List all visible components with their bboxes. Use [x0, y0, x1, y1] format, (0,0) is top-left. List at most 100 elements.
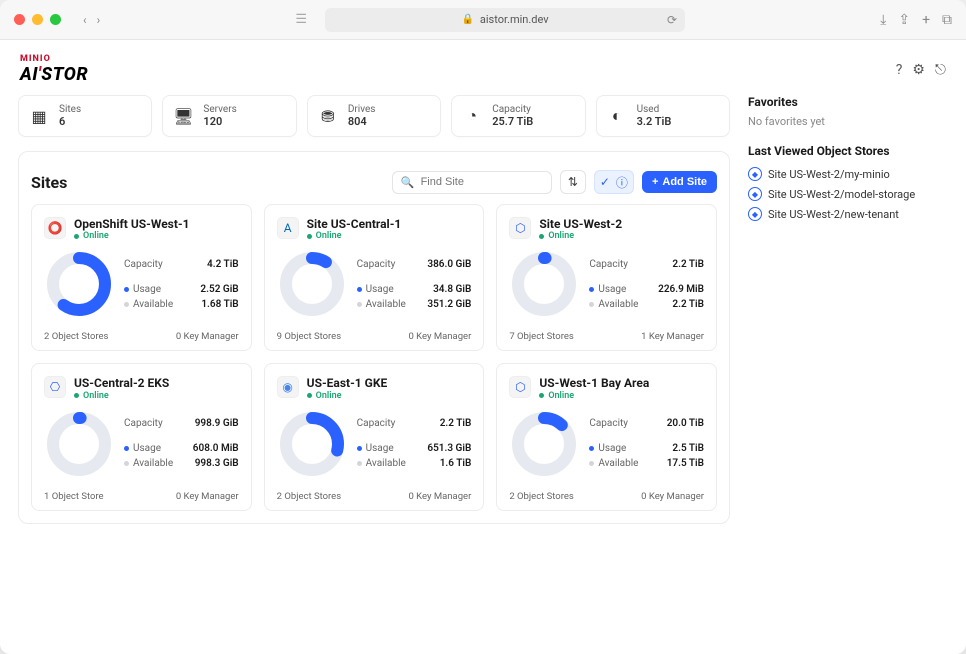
last-viewed-item[interactable]: ◆Site US-West-2/new-tenant	[748, 204, 948, 224]
stat-label: Used	[637, 104, 672, 115]
search-input-wrap: 🔍	[392, 171, 552, 194]
app-header: MINIO AI'STOR ? ⚙ ⎋	[18, 50, 948, 95]
site-status: Online	[539, 231, 622, 241]
capacity-value: 2.2 TiB	[440, 418, 472, 429]
stat-card-sites[interactable]: ▦ Sites 6	[18, 95, 152, 137]
browser-window: ‹ › ☰ 🔒 aistor.min.dev ⟳ ⤓ ⇪ + ⧉ MINIO A…	[0, 0, 966, 654]
reload-icon[interactable]: ⟳	[667, 13, 677, 27]
stat-value: 6	[59, 115, 81, 128]
forward-button[interactable]: ›	[97, 13, 101, 27]
sidebar-toggle-icon[interactable]: ☰	[295, 12, 307, 27]
close-window-icon[interactable]	[14, 14, 25, 25]
available-label: Available	[124, 458, 173, 469]
site-card[interactable]: ⎔ US-Central-2 EKS Online Capacity 998.9…	[31, 363, 252, 510]
site-provider-icon: ⬡	[509, 217, 531, 239]
favorites-title: Favorites	[748, 95, 948, 109]
stat-card-capacity[interactable]: ◔ Capacity 25.7 TiB	[451, 95, 585, 137]
usage-donut	[509, 249, 579, 319]
add-site-label: Add Site	[662, 176, 707, 188]
address-bar[interactable]: 🔒 aistor.min.dev ⟳	[325, 8, 685, 32]
site-status: Online	[307, 391, 388, 401]
stat-label: Sites	[59, 104, 81, 115]
key-manager-count: 0 Key Manager	[176, 491, 239, 502]
page-title: Sites	[31, 173, 67, 192]
site-provider-icon: A	[277, 217, 299, 239]
last-viewed-list: ◆ Site US-West-2/my-minio ◆Site US-West-2/…	[748, 164, 948, 224]
filter-button[interactable]: ✓ⓘ	[594, 170, 634, 194]
available-value: 998.3 GiB	[195, 458, 239, 469]
minimize-window-icon[interactable]	[32, 14, 43, 25]
last-viewed-item[interactable]: ◆Site US-West-2/model-storage	[748, 184, 948, 204]
site-name: Site US-West-2	[539, 217, 622, 231]
tabs-icon[interactable]: ⧉	[942, 12, 952, 28]
object-store-icon: ◆	[748, 167, 762, 181]
search-input[interactable]	[421, 176, 543, 188]
url-text: aistor.min.dev	[480, 13, 549, 26]
new-tab-icon[interactable]: +	[922, 12, 930, 28]
capacity-value: 4.2 TiB	[207, 259, 239, 270]
last-viewed-label: Site US-West-2/my-minio	[768, 168, 890, 181]
server-icon: 🖥	[173, 106, 193, 126]
sort-button[interactable]: ⇅	[560, 170, 586, 194]
stat-card-used[interactable]: ◐ Used 3.2 TiB	[596, 95, 730, 137]
site-card[interactable]: A Site US-Central-1 Online Capacity 386.…	[264, 204, 485, 351]
available-value: 1.68 TiB	[201, 299, 238, 310]
object-stores-count: 9 Object Stores	[277, 331, 341, 342]
check-icon: ✓	[600, 175, 610, 189]
logo-main: AI'STOR	[20, 64, 88, 85]
site-name: US-East-1 GKE	[307, 376, 388, 390]
site-status: Online	[307, 231, 402, 241]
site-provider-icon: ⬡	[509, 376, 531, 398]
site-card[interactable]: ◉ US-East-1 GKE Online Capacity 2.2 TiB …	[264, 363, 485, 510]
site-card[interactable]: ⬡ Site US-West-2 Online Capacity 2.2 TiB…	[496, 204, 717, 351]
site-name: US-West-1 Bay Area	[539, 376, 649, 390]
stat-value: 120	[203, 115, 236, 128]
grid-icon: ▦	[29, 106, 49, 126]
favorites-empty-text: No favorites yet	[748, 115, 948, 128]
logo: MINIO AI'STOR	[20, 54, 88, 85]
key-manager-count: 1 Key Manager	[641, 331, 704, 342]
capacity-label: Capacity	[124, 418, 163, 429]
site-metrics: Capacity 2.2 TiB Usage 651.3 GiB Availab…	[357, 416, 472, 471]
settings-icon[interactable]: ⚙	[912, 62, 925, 78]
capacity-label: Capacity	[357, 418, 396, 429]
site-name: Site US-Central-1	[307, 217, 402, 231]
usage-label: Usage	[124, 284, 161, 295]
site-metrics: Capacity 4.2 TiB Usage 2.52 GiB Availabl…	[124, 257, 239, 312]
usage-label: Usage	[357, 443, 394, 454]
add-site-button[interactable]: + Add Site	[642, 171, 717, 193]
site-metrics: Capacity 386.0 GiB Usage 34.8 GiB Availa…	[357, 257, 472, 312]
available-value: 17.5 TiB	[667, 458, 704, 469]
stat-card-drives[interactable]: ⛃ Drives 804	[307, 95, 441, 137]
plus-icon: +	[652, 176, 658, 188]
info-icon: ⓘ	[616, 174, 628, 191]
object-stores-count: 1 Object Store	[44, 491, 104, 502]
last-viewed-item[interactable]: ◆ Site US-West-2/my-minio	[748, 164, 948, 184]
site-status: Online	[74, 391, 169, 401]
key-manager-count: 0 Key Manager	[176, 331, 239, 342]
stat-card-servers[interactable]: 🖥 Servers 120	[162, 95, 296, 137]
usage-donut	[277, 249, 347, 319]
site-card[interactable]: ⬡ US-West-1 Bay Area Online Capacity 20.…	[496, 363, 717, 510]
usage-label: Usage	[589, 443, 626, 454]
header-actions: ? ⚙ ⎋	[896, 62, 946, 78]
pie-icon: ◔	[462, 106, 482, 126]
usage-value: 651.3 GiB	[427, 443, 471, 454]
capacity-value: 386.0 GiB	[427, 259, 471, 270]
logout-icon[interactable]: ⎋	[935, 62, 946, 78]
available-value: 2.2 TiB	[672, 299, 704, 310]
back-button[interactable]: ‹	[83, 13, 87, 27]
capacity-label: Capacity	[589, 259, 628, 270]
stat-label: Drives	[348, 104, 376, 115]
usage-donut	[44, 249, 114, 319]
help-icon[interactable]: ?	[896, 62, 903, 78]
maximize-window-icon[interactable]	[50, 14, 61, 25]
object-store-icon: ◆	[748, 207, 762, 221]
section-head: Sites 🔍 ⇅ ✓ⓘ + Add Site	[31, 164, 717, 204]
available-label: Available	[589, 299, 638, 310]
usage-value: 2.5 TiB	[672, 443, 704, 454]
share-icon[interactable]: ⇪	[898, 12, 910, 28]
site-card[interactable]: ⭕ OpenShift US-West-1 Online Capacity 4.…	[31, 204, 252, 351]
downloads-icon[interactable]: ⤓	[880, 12, 886, 28]
capacity-value: 2.2 TiB	[672, 259, 704, 270]
